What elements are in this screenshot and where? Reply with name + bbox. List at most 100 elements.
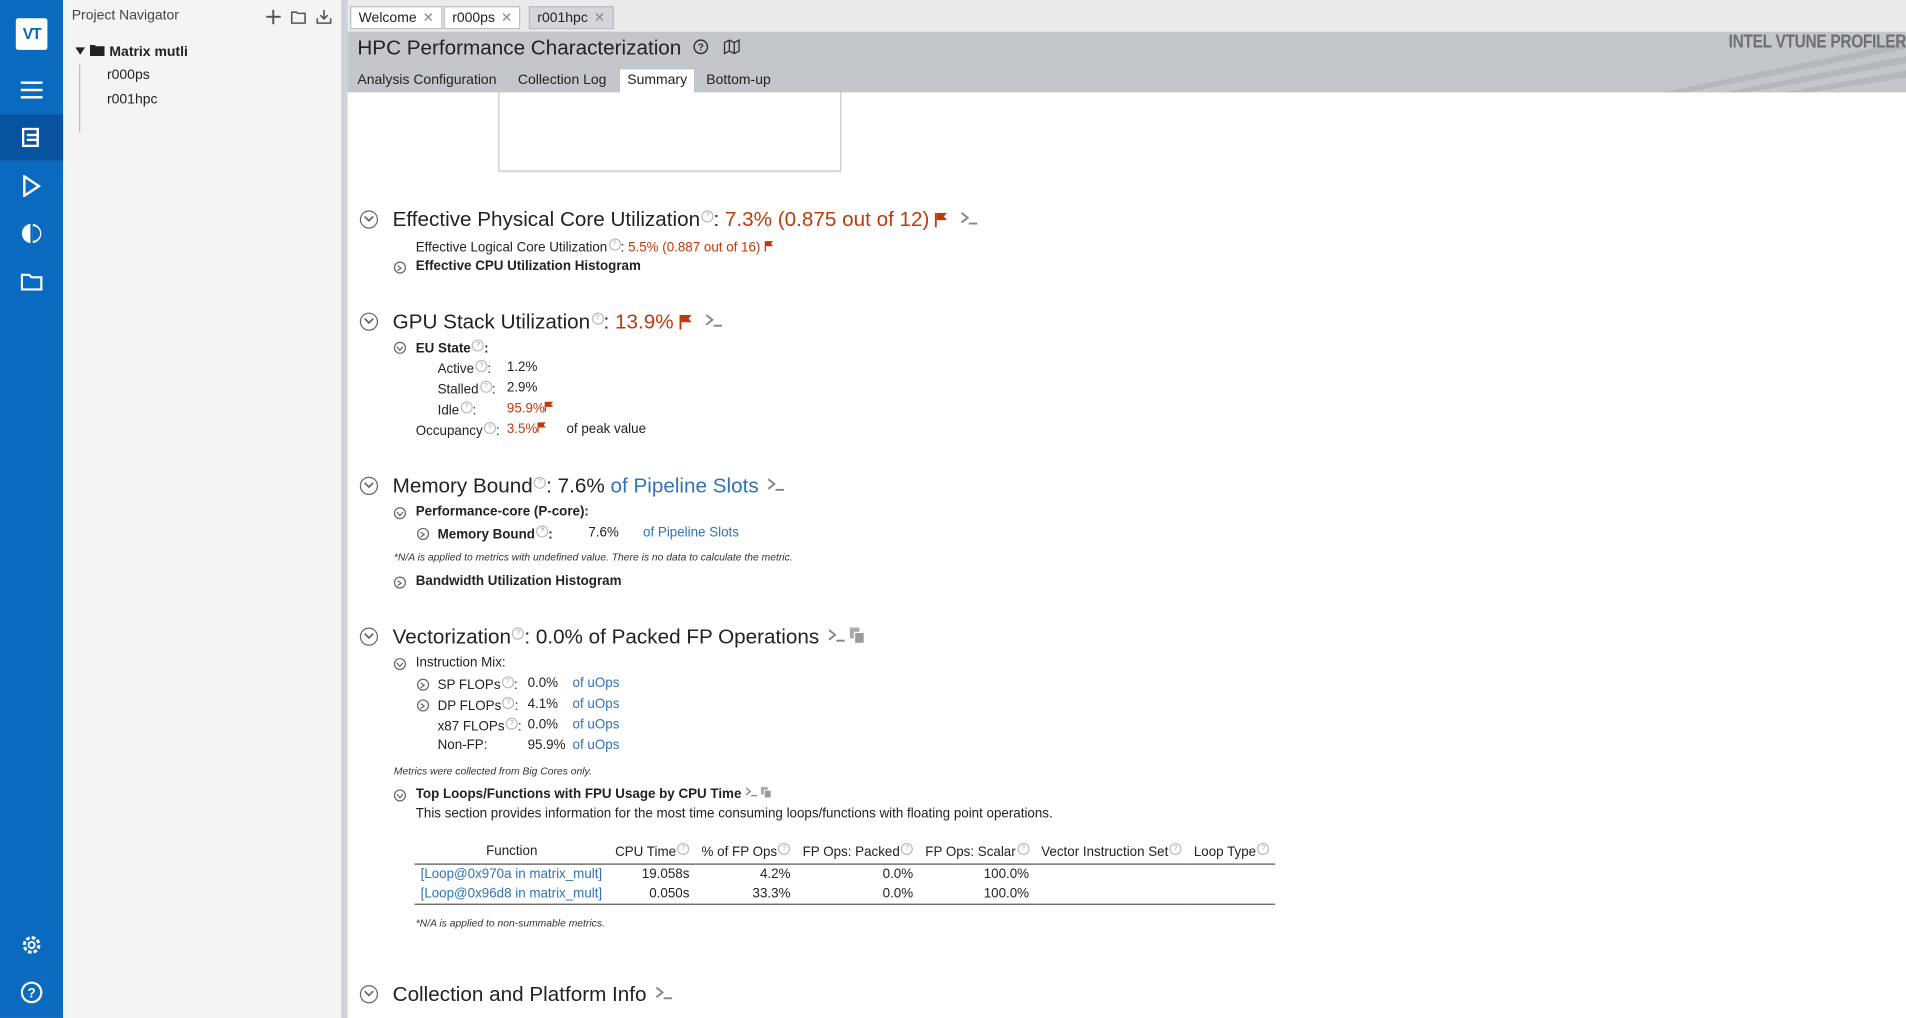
collapse-icon[interactable] bbox=[393, 657, 407, 671]
help-icon[interactable]: ? bbox=[608, 238, 621, 251]
help-icon[interactable]: ? bbox=[900, 842, 914, 855]
console-icon[interactable] bbox=[745, 787, 758, 802]
function-link[interactable]: [Loop@0x96d8 in matrix_mult] bbox=[414, 883, 610, 905]
expand-icon[interactable] bbox=[416, 527, 430, 540]
help-icon[interactable]: ? bbox=[483, 422, 497, 435]
cpu-time-cell: 0.050s bbox=[609, 883, 696, 905]
collapse-icon[interactable] bbox=[359, 627, 379, 646]
column-header[interactable]: Vector Instruction Set? bbox=[1035, 840, 1188, 865]
metric-value: 95.9% bbox=[506, 401, 545, 416]
collapse-icon[interactable] bbox=[393, 507, 407, 520]
collapse-icon[interactable] bbox=[359, 312, 379, 331]
expand-icon[interactable] bbox=[393, 261, 407, 274]
compare-icon[interactable] bbox=[0, 210, 63, 256]
help-icon[interactable]: ? bbox=[505, 717, 518, 730]
collapse-icon[interactable] bbox=[393, 789, 407, 802]
help-icon[interactable]: ? bbox=[1169, 842, 1182, 855]
help-icon[interactable]: ? bbox=[502, 696, 515, 710]
console-icon[interactable] bbox=[767, 474, 784, 497]
fp-packed-cell: 0.0% bbox=[796, 883, 920, 905]
uops-link[interactable]: of uOps bbox=[573, 738, 620, 753]
help-icon[interactable]: ? bbox=[501, 676, 514, 689]
result-item[interactable]: r001hpc bbox=[107, 92, 158, 107]
column-header[interactable]: FP Ops: Packed? bbox=[796, 840, 920, 865]
help-icon[interactable]: ? bbox=[533, 477, 547, 490]
tab-welcome[interactable]: Welcome ✕ bbox=[350, 6, 443, 30]
collapse-icon[interactable] bbox=[359, 210, 379, 229]
help-icon[interactable]: ? bbox=[471, 339, 485, 352]
collapse-icon[interactable] bbox=[359, 985, 379, 1004]
help-icon[interactable]: ? bbox=[536, 525, 549, 538]
uops-link[interactable]: of uOps bbox=[573, 697, 620, 712]
help-icon[interactable]: ? bbox=[512, 627, 525, 641]
run-icon[interactable] bbox=[0, 163, 63, 209]
tab-collection-log[interactable]: Collection Log bbox=[511, 69, 614, 92]
result-item[interactable]: r000ps bbox=[107, 68, 150, 83]
section-title: GPU Stack Utilization bbox=[392, 310, 591, 334]
menu-icon[interactable] bbox=[0, 67, 63, 113]
cpu-time-cell: 19.058s bbox=[641, 866, 690, 882]
expand-icon[interactable] bbox=[393, 576, 407, 589]
tab-bottom-up[interactable]: Bottom-up bbox=[699, 69, 778, 92]
tab-r000ps[interactable]: r000ps ✕ bbox=[443, 6, 521, 30]
console-icon[interactable] bbox=[655, 983, 672, 1006]
dp-flops-label: DP FLOPs?: bbox=[438, 696, 518, 713]
function-link[interactable]: [Loop@0x970a in matrix_mult] bbox=[415, 864, 609, 884]
open-folder-icon[interactable] bbox=[0, 258, 63, 304]
help-icon[interactable]: ? bbox=[1016, 842, 1030, 855]
flag-icon bbox=[679, 311, 692, 335]
metric-label: Idle bbox=[437, 403, 460, 418]
uops-link[interactable]: of uOps bbox=[573, 718, 620, 733]
tree-line bbox=[79, 64, 81, 133]
metric-value: 0.0% of Packed FP Operations bbox=[535, 625, 820, 649]
help-icon[interactable]: ? bbox=[475, 359, 488, 373]
help-icon[interactable]: ? bbox=[693, 36, 709, 59]
copy-icon[interactable] bbox=[760, 786, 772, 802]
console-icon[interactable] bbox=[960, 208, 978, 231]
map-icon[interactable] bbox=[723, 36, 740, 59]
settings-icon[interactable] bbox=[0, 922, 63, 968]
expand-arrow-icon[interactable] bbox=[75, 44, 86, 59]
column-header[interactable]: FP Ops: Scalar? bbox=[919, 840, 1036, 865]
navigator-title: Project Navigator bbox=[71, 8, 179, 24]
column-header[interactable]: Function bbox=[414, 840, 610, 865]
console-icon[interactable] bbox=[827, 625, 845, 648]
expand-icon[interactable] bbox=[416, 699, 430, 712]
help-icon[interactable]: ? bbox=[460, 401, 473, 414]
pipeline-slots-link[interactable]: of Pipeline Slots bbox=[643, 525, 739, 540]
help-icon[interactable]: ? bbox=[677, 842, 690, 855]
bandwidth-histogram-link[interactable]: Bandwidth Utilization Histogram bbox=[416, 574, 622, 589]
collapse-icon[interactable] bbox=[393, 341, 407, 354]
tab-r001hpc[interactable]: r001hpc ✕ bbox=[528, 6, 614, 30]
help-icon[interactable]: ? bbox=[591, 312, 604, 326]
close-icon[interactable]: ✕ bbox=[423, 11, 434, 26]
column-header[interactable]: CPU Time? bbox=[609, 840, 696, 865]
folder-icon[interactable] bbox=[290, 9, 307, 31]
projects-icon[interactable] bbox=[0, 114, 64, 161]
close-icon[interactable]: ✕ bbox=[594, 11, 605, 26]
cpu-histogram-link[interactable]: Effective CPU Utilization Histogram bbox=[416, 259, 641, 274]
close-icon[interactable]: ✕ bbox=[501, 11, 512, 26]
help-icon[interactable]: ? bbox=[701, 210, 714, 223]
svg-text:?: ? bbox=[698, 42, 704, 53]
console-icon[interactable] bbox=[705, 310, 722, 333]
group-label: Top Loops/Functions with FPU Usage by CP… bbox=[415, 786, 742, 802]
help-icon[interactable]: ? bbox=[778, 842, 791, 855]
copy-icon[interactable] bbox=[850, 625, 866, 648]
column-label: FP Ops: Scalar bbox=[925, 844, 1016, 860]
help-icon[interactable]: ? bbox=[479, 380, 492, 393]
import-icon[interactable] bbox=[316, 9, 332, 31]
help-icon[interactable]: ? bbox=[1257, 842, 1270, 855]
help-icon[interactable]: ? bbox=[0, 969, 63, 1015]
project-item[interactable]: Matrix mutli bbox=[75, 44, 188, 60]
add-icon[interactable] bbox=[266, 9, 281, 31]
expand-icon[interactable] bbox=[416, 678, 430, 691]
tab-summary[interactable]: Summary bbox=[618, 68, 696, 94]
column-header[interactable]: Loop Type? bbox=[1187, 840, 1276, 865]
column-header[interactable]: % of FP Ops? bbox=[695, 840, 797, 865]
collapse-icon[interactable] bbox=[359, 476, 379, 495]
metric-unit-link[interactable]: of Pipeline Slots bbox=[610, 474, 758, 497]
uops-link[interactable]: of uOps bbox=[573, 676, 620, 691]
tab-analysis-configuration[interactable]: Analysis Configuration bbox=[350, 69, 504, 92]
column-label: Vector Instruction Set bbox=[1041, 844, 1169, 860]
